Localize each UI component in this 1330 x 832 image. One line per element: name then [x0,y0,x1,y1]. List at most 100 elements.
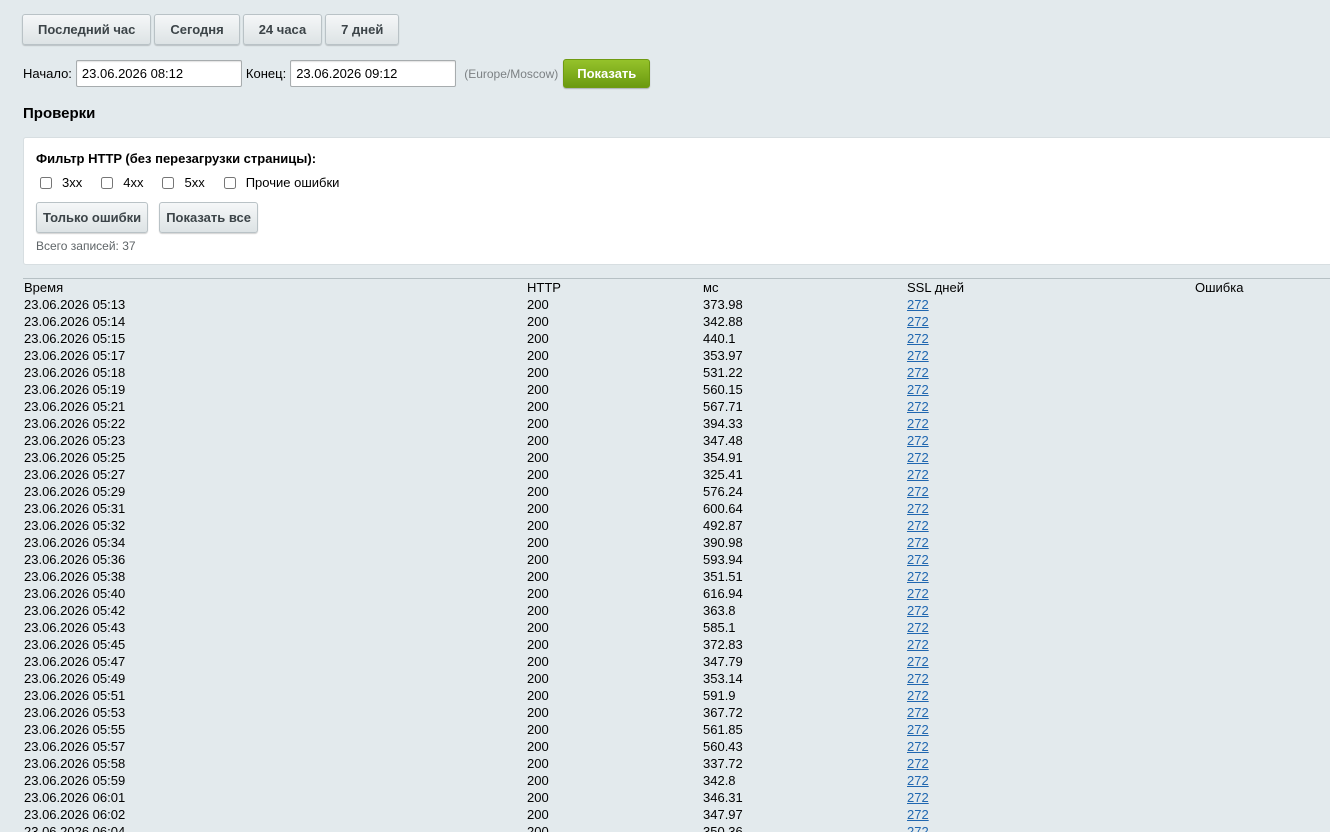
http-cell: 200 [527,518,549,533]
table-row: 23.06.2026 05:55 200 561.85 272 [23,721,1330,738]
table-row: 23.06.2026 05:45 200 372.83 272 [23,636,1330,653]
ssl-days-link[interactable]: 272 [907,348,929,363]
http-cell: 200 [527,739,549,754]
time-cell: 23.06.2026 05:29 [24,484,126,499]
ssl-cell: 272 [906,432,1194,449]
ssl-cell: 272 [906,517,1194,534]
ssl-days-link[interactable]: 272 [907,603,929,618]
ssl-days-link[interactable]: 272 [907,790,929,805]
ssl-days-link[interactable]: 272 [907,688,929,703]
ssl-days-link[interactable]: 272 [907,637,929,652]
time-cell: 23.06.2026 05:31 [24,501,126,516]
ssl-days-link[interactable]: 272 [907,331,929,346]
error-cell [1194,466,1330,483]
filter-4xx[interactable]: 4xx [97,175,143,190]
error-cell [1194,687,1330,704]
http-cell: 200 [527,433,549,448]
ms-cell: 347.97 [703,807,743,822]
ssl-cell: 272 [906,313,1194,330]
ssl-days-link[interactable]: 272 [907,382,929,397]
filter-3xx-checkbox[interactable] [40,176,52,189]
time-cell: 23.06.2026 05:42 [24,603,126,618]
table-row: 23.06.2026 05:36 200 593.94 272 [23,551,1330,568]
ssl-days-link[interactable]: 272 [907,671,929,686]
ssl-days-link[interactable]: 272 [907,654,929,669]
show-all-button[interactable]: Показать все [159,202,258,233]
error-cell [1194,704,1330,721]
ssl-days-link[interactable]: 272 [907,501,929,516]
ms-cell: 367.72 [703,705,743,720]
http-cell: 200 [527,348,549,363]
table-row: 23.06.2026 05:25 200 354.91 272 [23,449,1330,466]
ssl-days-link[interactable]: 272 [907,433,929,448]
ssl-cell: 272 [906,653,1194,670]
filter-checkboxes: 3xx 4xx 5xx Прочие ошибки [36,175,354,190]
ssl-cell: 272 [906,381,1194,398]
time-cell: 23.06.2026 06:04 [24,824,126,832]
filter-3xx[interactable]: 3xx [36,175,82,190]
ms-cell: 440.1 [703,331,736,346]
ssl-days-link[interactable]: 272 [907,722,929,737]
time-range-buttons: Последний час Сегодня 24 часа 7 дней [22,14,400,45]
ssl-days-link[interactable]: 272 [907,484,929,499]
ssl-days-link[interactable]: 272 [907,467,929,482]
ms-cell: 354.91 [703,450,743,465]
error-cell [1194,551,1330,568]
ssl-days-link[interactable]: 272 [907,756,929,771]
ssl-days-link[interactable]: 272 [907,365,929,380]
24-hours-button[interactable]: 24 часа [242,14,323,45]
http-cell: 200 [527,450,549,465]
filter-5xx[interactable]: 5xx [158,175,205,190]
show-button[interactable]: Показать [563,59,651,88]
7-days-button[interactable]: 7 дней [325,14,400,45]
ssl-days-link[interactable]: 272 [907,807,929,822]
timezone-label: (Europe/Moscow) [464,66,559,81]
time-cell: 23.06.2026 05:55 [24,722,126,737]
ssl-days-link[interactable]: 272 [907,569,929,584]
ssl-days-link[interactable]: 272 [907,518,929,533]
ssl-days-link[interactable]: 272 [907,450,929,465]
ssl-cell: 272 [906,534,1194,551]
ssl-days-link[interactable]: 272 [907,739,929,754]
time-cell: 23.06.2026 05:38 [24,569,126,584]
ssl-days-link[interactable]: 272 [907,705,929,720]
filter-5xx-checkbox[interactable] [162,176,175,189]
http-cell: 200 [527,603,549,618]
http-cell: 200 [527,688,549,703]
ssl-days-link[interactable]: 272 [907,535,929,550]
ssl-days-link[interactable]: 272 [907,297,929,312]
filter-4xx-checkbox[interactable] [101,176,114,189]
only-errors-button[interactable]: Только ошибки [36,202,149,233]
ssl-days-link[interactable]: 272 [907,552,929,567]
error-cell [1194,585,1330,602]
table-row: 23.06.2026 05:13 200 373.98 272 [23,296,1330,313]
today-button[interactable]: Сегодня [154,14,240,45]
table-row: 23.06.2026 05:47 200 347.79 272 [23,653,1330,670]
ssl-days-link[interactable]: 272 [907,314,929,329]
http-cell: 200 [527,314,549,329]
http-cell: 200 [527,365,549,380]
table-row: 23.06.2026 05:19 200 560.15 272 [23,381,1330,398]
start-date-input[interactable] [75,60,242,87]
ssl-days-link[interactable]: 272 [907,399,929,414]
http-cell: 200 [527,756,549,771]
time-cell: 23.06.2026 06:01 [24,790,126,805]
ssl-days-link[interactable]: 272 [907,586,929,601]
ssl-days-link[interactable]: 272 [907,824,929,832]
column-header-ssl-days: SSL дней [907,280,964,295]
time-cell: 23.06.2026 06:02 [24,807,126,822]
ssl-days-link[interactable]: 272 [907,416,929,431]
filter-other-errors[interactable]: Прочие ошибки [220,175,339,190]
time-cell: 23.06.2026 05:23 [24,433,126,448]
ssl-cell: 272 [906,483,1194,500]
ssl-days-link[interactable]: 272 [907,773,929,788]
error-cell [1194,823,1330,832]
error-cell [1194,364,1330,381]
ms-cell: 347.48 [703,433,743,448]
ssl-days-link[interactable]: 272 [907,620,929,635]
end-date-input[interactable] [290,60,457,87]
last-hour-button[interactable]: Последний час [22,14,152,45]
filter-other-errors-checkbox[interactable] [223,176,236,189]
column-header-error: Ошибка [1195,280,1244,295]
table-row: 23.06.2026 05:23 200 347.48 272 [23,432,1330,449]
